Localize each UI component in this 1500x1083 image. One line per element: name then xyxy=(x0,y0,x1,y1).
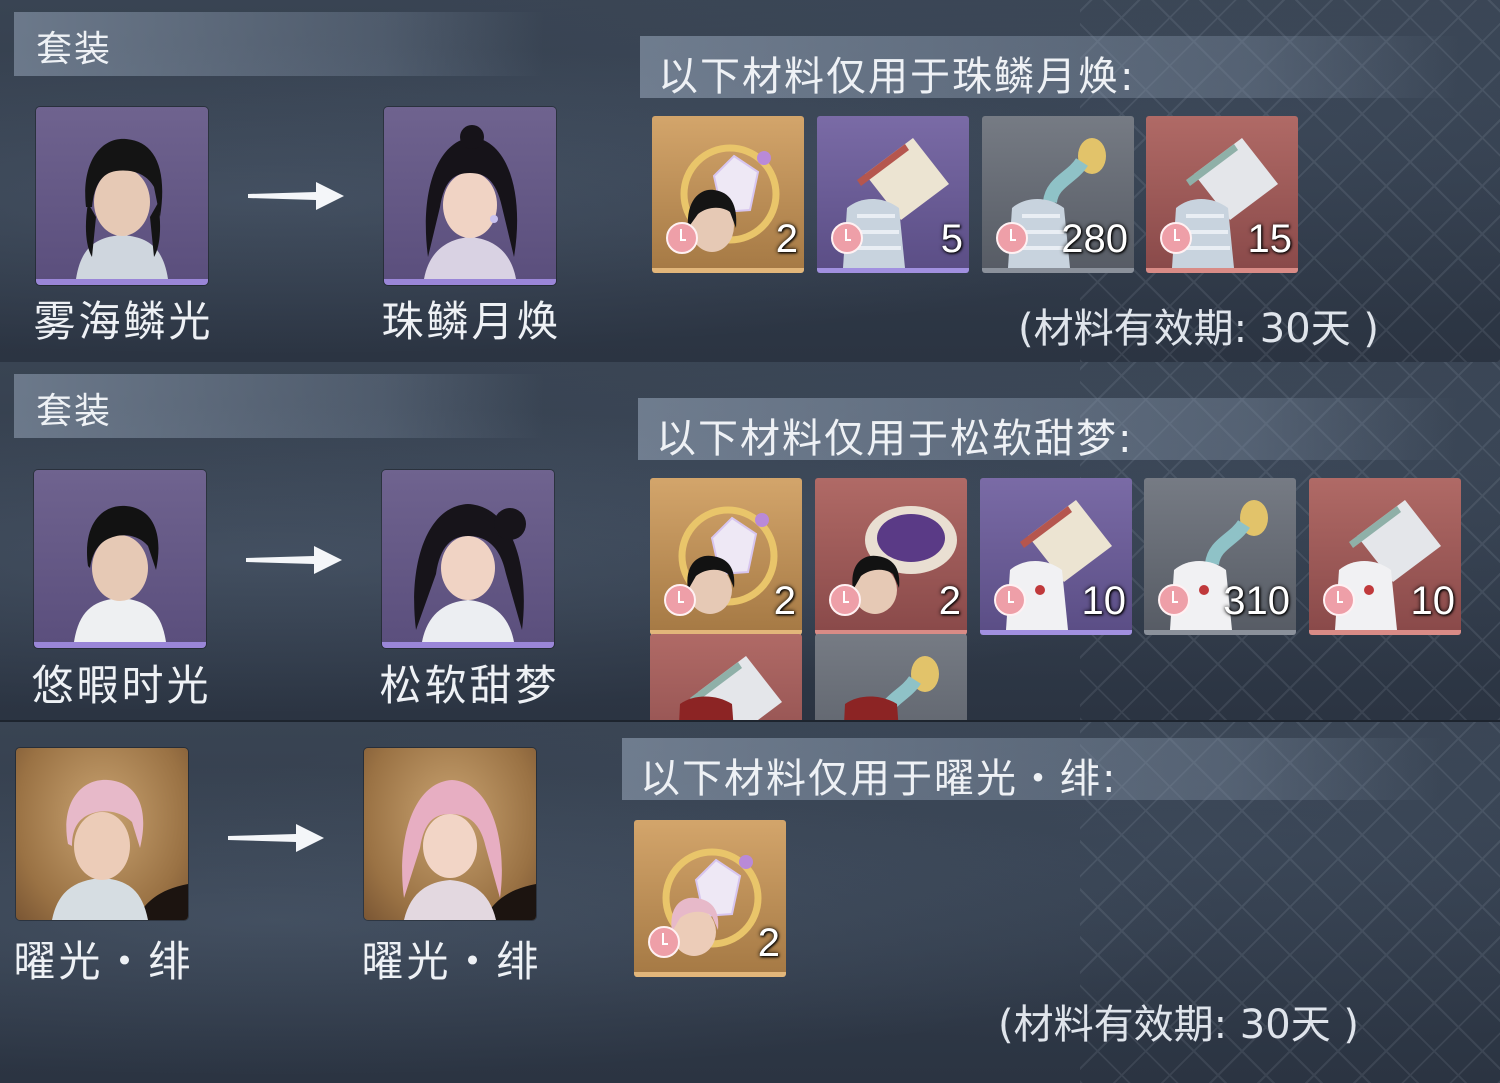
timer-icon xyxy=(996,222,1028,254)
male-character-avatar xyxy=(74,505,166,642)
material-slot[interactable]: 280 xyxy=(982,116,1134,273)
to-character-name: 松软甜梦 xyxy=(379,661,560,710)
female-character-avatar xyxy=(402,780,536,920)
material-count: 10 xyxy=(1410,579,1456,623)
set-header: 套装 xyxy=(14,12,544,76)
timer-icon xyxy=(666,222,698,254)
material-count: 280 xyxy=(1061,217,1128,261)
timer-icon xyxy=(831,222,863,254)
to-character-portrait[interactable] xyxy=(382,470,554,648)
to-character-name: 曜光・绯 xyxy=(361,937,542,986)
material-count: 2 xyxy=(773,579,796,623)
to-character-name: 珠鳞月焕 xyxy=(381,297,562,346)
materials-title: 以下材料仅用于松软甜梦: xyxy=(656,416,1134,462)
male-character-avatar xyxy=(76,138,168,279)
material-slot[interactable]: 10 xyxy=(1309,478,1461,635)
material-count: 5 xyxy=(940,217,963,261)
timer-icon xyxy=(1160,222,1192,254)
material-slot[interactable]: 5 xyxy=(817,116,969,273)
set-section-2: 套装 悠暇时光 松软甜梦 以下材料仅用于松软甜梦: 2 2 10 310 10 xyxy=(0,362,1500,720)
material-slot[interactable]: 310 xyxy=(1144,478,1296,635)
material-slot[interactable] xyxy=(815,634,967,720)
male-character-avatar xyxy=(52,779,188,920)
female-character-avatar xyxy=(414,504,526,642)
material-count: 10 xyxy=(1081,579,1127,623)
fabric-outfit-icon xyxy=(679,656,782,720)
to-character-portrait[interactable] xyxy=(364,748,536,920)
arrow-right-icon xyxy=(228,824,324,852)
material-count: 310 xyxy=(1223,579,1290,623)
set-header-label: 套装 xyxy=(36,29,113,70)
timer-icon xyxy=(664,584,696,616)
timer-icon xyxy=(829,584,861,616)
thread-outfit-icon xyxy=(844,656,939,720)
material-count: 15 xyxy=(1247,217,1293,261)
material-slot[interactable]: 2 xyxy=(652,116,804,273)
timer-icon xyxy=(994,584,1026,616)
material-slot[interactable]: 2 xyxy=(815,478,967,635)
material-slot[interactable]: 10 xyxy=(980,478,1132,635)
timer-icon xyxy=(648,926,680,958)
materials-header: 以下材料仅用于珠鳞月焕: xyxy=(640,36,1460,100)
arrow-right-icon xyxy=(248,182,344,210)
material-count: 2 xyxy=(775,217,798,261)
to-character-portrait[interactable] xyxy=(384,107,556,285)
from-character-name: 悠暇时光 xyxy=(31,661,212,710)
set-header-label: 套装 xyxy=(36,391,113,432)
set-section-3: 曜光・绯 曜光・绯 以下材料仅用于曜光・绯: 2 (材料有效期: 30天 ) xyxy=(0,720,1500,1083)
timer-icon xyxy=(1158,584,1190,616)
material-validity-note: (材料有效期: 30天 ) xyxy=(1018,306,1380,352)
from-character-portrait[interactable] xyxy=(36,107,208,285)
from-character-portrait[interactable] xyxy=(16,748,188,920)
material-slot[interactable]: 15 xyxy=(1146,116,1298,273)
materials-header: 以下材料仅用于曜光・绯: xyxy=(622,738,1442,802)
material-validity-note: (材料有效期: 30天 ) xyxy=(998,1002,1360,1048)
from-character-name: 曜光・绯 xyxy=(13,937,194,986)
female-character-avatar xyxy=(424,125,518,279)
material-slot[interactable]: 2 xyxy=(650,478,802,635)
set-section-1: 套装 雾海鳞光 珠鳞月焕 以下材料仅用于珠鳞月焕: 2 5 280 15 (材料… xyxy=(0,0,1500,362)
material-count: 2 xyxy=(757,921,780,965)
materials-title: 以下材料仅用于珠鳞月焕: xyxy=(658,54,1136,100)
material-slot[interactable] xyxy=(650,634,802,720)
from-character-portrait[interactable] xyxy=(34,470,206,648)
materials-title: 以下材料仅用于曜光・绯: xyxy=(640,756,1118,802)
arrow-right-icon xyxy=(246,546,342,574)
material-slot[interactable]: 2 xyxy=(634,820,786,977)
material-count: 2 xyxy=(938,579,961,623)
set-header: 套装 xyxy=(14,374,544,438)
materials-header: 以下材料仅用于松软甜梦: xyxy=(638,398,1458,462)
timer-icon xyxy=(1323,584,1355,616)
from-character-name: 雾海鳞光 xyxy=(33,297,214,346)
